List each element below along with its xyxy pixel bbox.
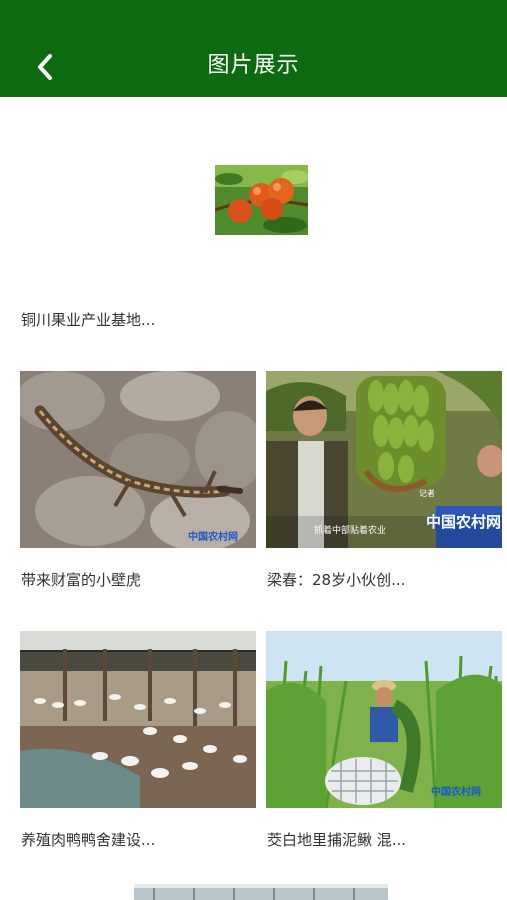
gallery-image-lizard: 中国农村网 <box>20 371 256 548</box>
gallery-item-next[interactable] <box>134 884 388 900</box>
gallery-reporter-tag-banana: 记者 <box>419 489 435 498</box>
gallery-image-duck-shed <box>20 631 256 808</box>
gallery-caption-fruit: 铜川果业产业基地... <box>21 311 156 329</box>
gallery-image-fruit <box>215 165 308 235</box>
gallery-caption-banana: 梁春：28岁小伙创... <box>267 571 406 589</box>
gallery-image-loach: 中国农村网 <box>266 631 502 808</box>
gallery-item-lizard[interactable]: 中国农村网 带来财富的小壁虎 <box>20 371 256 596</box>
gallery-image-next <box>134 884 388 900</box>
gallery-item-loach[interactable]: 中国农村网 茭白地里捕泥鳅 混... <box>266 631 502 856</box>
gallery-item-fruit[interactable]: 铜川果业产业基地... <box>20 160 490 340</box>
gallery-caption-duck-shed: 养殖肉鸭鸭舍建设... <box>21 831 156 849</box>
gallery-watermark-loach: 中国农村网 <box>431 787 481 798</box>
gallery-image-banana: 抓着中部贴着农业 记者 中国农村网 <box>266 371 502 548</box>
gallery-watermark-banana: 中国农村网 <box>426 513 502 531</box>
app-bar: 图片展示 <box>0 0 507 97</box>
gallery-caption-loach: 茭白地里捕泥鳅 混... <box>267 831 407 849</box>
gallery-item-duck-shed[interactable]: 养殖肉鸭鸭舍建设... <box>20 631 256 856</box>
gallery-watermark-lizard: 中国农村网 <box>188 532 238 543</box>
gallery-item-banana[interactable]: 抓着中部贴着农业 记者 中国农村网 梁春：28岁小伙创... <box>266 371 502 596</box>
page-title: 图片展示 <box>207 53 300 78</box>
gallery-overlay-text-banana: 抓着中部贴着农业 <box>314 526 387 536</box>
gallery-caption-lizard: 带来财富的小壁虎 <box>21 571 142 589</box>
